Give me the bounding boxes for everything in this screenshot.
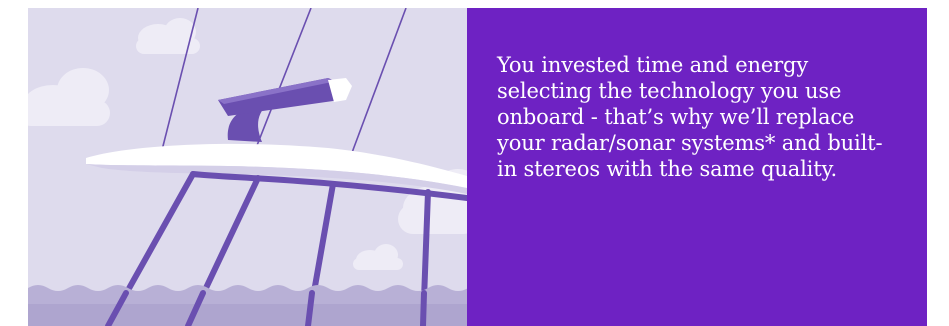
promo-banner: You invested time and energy selecting t… bbox=[0, 0, 949, 326]
panel-body-text: You invested time and energy selecting t… bbox=[497, 53, 883, 181]
info-panel: You invested time and energy selecting t… bbox=[467, 8, 927, 326]
boat-illustration bbox=[28, 8, 467, 326]
boat-illustration-graphic bbox=[28, 8, 467, 326]
